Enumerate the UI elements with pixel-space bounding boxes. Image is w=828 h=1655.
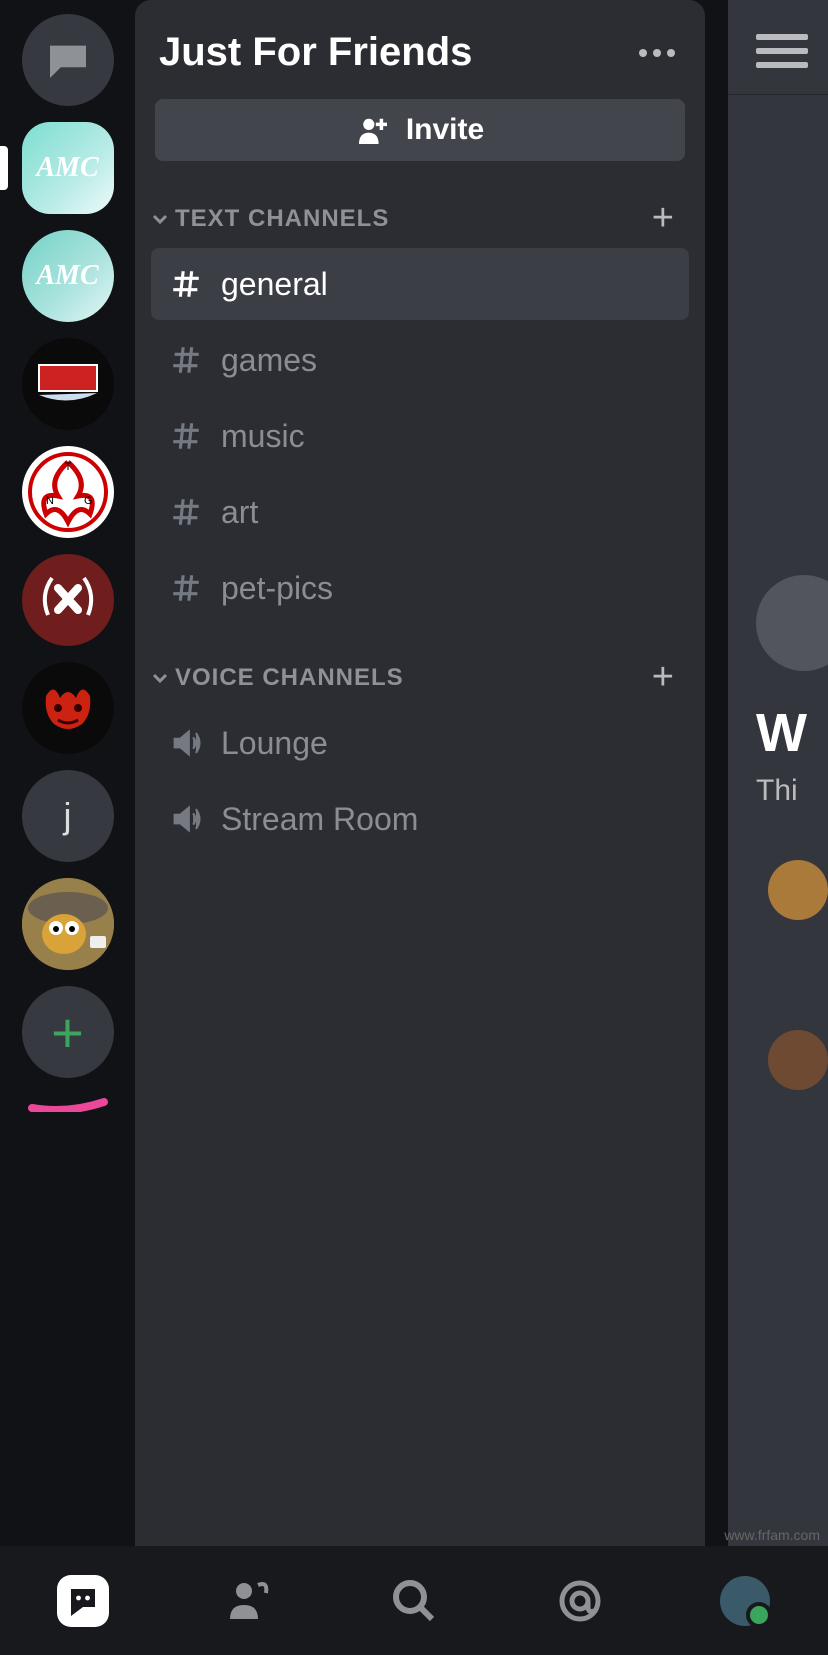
peek-avatar-2 [768,860,828,920]
category-header-voice[interactable]: VOICE CHANNELS + [151,656,689,707]
server-label: j [64,795,72,837]
svg-text:G: G [84,495,93,507]
channel-art[interactable]: art [151,476,689,548]
hash-icon [169,571,203,605]
hash-icon [169,267,203,301]
nav-mentions-button[interactable] [550,1571,610,1631]
search-icon [390,1577,438,1625]
hamburger-menu-icon[interactable] [756,34,828,68]
server-icon-z[interactable] [22,338,114,430]
at-sign-icon [556,1577,604,1625]
channel-pet-pics[interactable]: pet-pics [151,552,689,624]
speaker-icon [169,726,203,760]
channel-name: Stream Room [221,801,418,838]
z-logo-icon [33,359,103,409]
wreath-icon [28,560,108,640]
channel-name: music [221,418,305,455]
divider [728,94,828,95]
voice-channel-list: Lounge Stream Room [151,707,689,859]
channel-name: general [221,266,328,303]
invite-button[interactable]: Invite [155,99,685,161]
voice-channel-stream-room[interactable]: Stream Room [151,783,689,855]
add-text-channel-button[interactable]: + [644,197,683,240]
category-header-text[interactable]: TEXT CHANNELS + [151,197,689,248]
peek-avatar-3 [768,1030,828,1090]
invite-person-icon [356,116,390,144]
server-label: AMC [36,152,98,184]
bottom-navigation [0,1546,828,1655]
server-icon-amc-selected[interactable]: AMC [22,122,114,214]
server-icon-amc2[interactable]: AMC [22,230,114,322]
direct-messages-button[interactable] [22,14,114,106]
voice-channel-lounge[interactable]: Lounge [151,707,689,779]
channel-music[interactable]: music [151,400,689,472]
channel-name: Lounge [221,725,328,762]
channel-general[interactable]: general [151,248,689,320]
hash-icon [169,495,203,529]
plus-icon: + [51,1000,84,1065]
server-list-rail: AMC AMC T N G [0,0,135,1546]
hash-icon [169,343,203,377]
chat-peek-panel: W Thi [728,0,828,1546]
hash-icon [169,419,203,453]
pink-squiggle-decoration [28,1098,108,1112]
peek-subtext: Thi [756,774,798,808]
channel-list-panel: Just For Friends Invite TEXT CHANNELS + … [135,0,705,1546]
server-icon-wreath[interactable] [22,554,114,646]
svg-text:N: N [46,495,54,507]
peek-heading: W [756,702,807,764]
discord-logo-icon [57,1575,109,1627]
add-server-button[interactable]: + [22,986,114,1078]
speaker-icon [169,802,203,836]
nav-friends-button[interactable] [218,1571,278,1631]
user-avatar [720,1576,770,1626]
invite-label: Invite [406,113,484,147]
text-channel-list: general games music art pet-pics [151,248,689,628]
ng-logo-icon: T N G [28,452,108,532]
server-icon-j[interactable]: j [22,770,114,862]
bowser-face-icon [28,668,108,748]
more-options-icon[interactable] [639,49,675,57]
channel-name: games [221,342,317,379]
chevron-down-icon [151,210,169,228]
this-is-fine-icon [22,878,114,970]
nav-home-button[interactable] [53,1571,113,1631]
svg-text:T: T [64,461,71,473]
selected-server-indicator [0,146,8,190]
server-label: AMC [36,260,98,292]
channel-name: pet-pics [221,570,333,607]
add-voice-channel-button[interactable]: + [644,656,683,699]
server-icon-ng[interactable]: T N G [22,446,114,538]
category-label: VOICE CHANNELS [175,664,404,692]
category-label: TEXT CHANNELS [175,205,389,233]
wave-person-icon [224,1577,272,1625]
server-icon-bowser[interactable] [22,662,114,754]
channel-name: art [221,494,258,531]
channel-avatar [756,575,828,671]
chevron-down-icon [151,669,169,687]
nav-profile-button[interactable] [715,1571,775,1631]
server-header[interactable]: Just For Friends [151,30,689,99]
nav-search-button[interactable] [384,1571,444,1631]
watermark-text: www.frfam.com [724,1527,820,1543]
chat-bubble-icon [46,42,90,78]
server-icon-thisisfine[interactable] [22,878,114,970]
channel-games[interactable]: games [151,324,689,396]
server-title: Just For Friends [159,30,472,75]
